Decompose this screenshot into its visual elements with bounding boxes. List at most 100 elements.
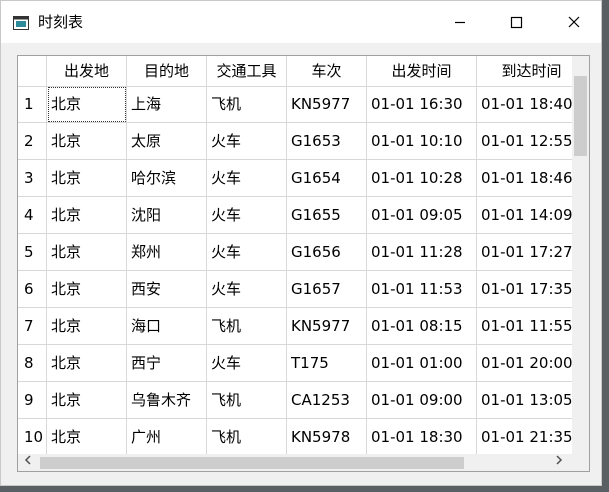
table-row[interactable]: 9 北京 乌鲁木齐 飞机 CA1253 01-01 09:00 01-01 13:05 (18, 382, 589, 419)
window-app-icon (13, 15, 29, 30)
transport-cell[interactable]: 火车 (207, 234, 287, 271)
arrival-time-cell[interactable]: 01-01 18:46 (477, 160, 587, 197)
header-origin[interactable]: 出发地 (47, 56, 127, 86)
destination-cell[interactable]: 西宁 (127, 345, 207, 382)
departure-time-cell[interactable]: 01-01 10:10 (367, 123, 477, 160)
header-arrival-time[interactable]: 到达时间 (477, 56, 587, 86)
origin-cell[interactable]: 北京 (47, 419, 127, 456)
departure-time-cell[interactable]: 01-01 09:00 (367, 382, 477, 419)
table-row[interactable]: 4 北京 沈阳 火车 G1655 01-01 09:05 01-01 14:09 (18, 197, 589, 234)
transport-cell[interactable]: 火车 (207, 123, 287, 160)
header-destination[interactable]: 目的地 (127, 56, 207, 86)
transport-cell[interactable]: 飞机 (207, 382, 287, 419)
header-departure-time[interactable]: 出发时间 (367, 56, 477, 86)
transport-cell[interactable]: 飞机 (207, 86, 287, 123)
departure-time-cell[interactable]: 01-01 11:53 (367, 271, 477, 308)
destination-cell[interactable]: 乌鲁木齐 (127, 382, 207, 419)
origin-cell[interactable]: 北京 (47, 345, 127, 382)
minimize-button[interactable] (437, 1, 483, 43)
table-row[interactable]: 8 北京 西宁 火车 T175 01-01 01:00 01-01 20:00 (18, 345, 589, 382)
destination-cell[interactable]: 太原 (127, 123, 207, 160)
origin-cell[interactable]: 北京 (47, 86, 127, 123)
destination-cell[interactable]: 上海 (127, 86, 207, 123)
chevron-left-icon[interactable] (24, 454, 32, 471)
arrival-time-cell[interactable]: 01-01 18:40 (477, 86, 587, 123)
transport-cell[interactable]: 飞机 (207, 308, 287, 345)
arrival-time-cell[interactable]: 01-01 13:05 (477, 382, 587, 419)
row-number[interactable]: 4 (18, 197, 47, 234)
row-number[interactable]: 7 (18, 308, 47, 345)
chevron-right-icon[interactable] (555, 454, 563, 471)
table-row[interactable]: 1 北京 上海 飞机 KN5977 01-01 16:30 01-01 18:40 (18, 86, 589, 123)
train-number-cell[interactable]: G1655 (287, 197, 367, 234)
destination-cell[interactable]: 沈阳 (127, 197, 207, 234)
transport-cell[interactable]: 火车 (207, 197, 287, 234)
row-number[interactable]: 6 (18, 271, 47, 308)
table-row[interactable]: 6 北京 西安 火车 G1657 01-01 11:53 01-01 17:35 (18, 271, 589, 308)
vertical-scrollbar[interactable] (572, 56, 589, 456)
departure-time-cell[interactable]: 01-01 10:28 (367, 160, 477, 197)
origin-cell[interactable]: 北京 (47, 308, 127, 345)
train-number-cell[interactable]: G1653 (287, 123, 367, 160)
arrival-time-cell[interactable]: 01-01 21:35 (477, 419, 587, 456)
origin-cell[interactable]: 北京 (47, 197, 127, 234)
train-number-cell[interactable]: KN5977 (287, 308, 367, 345)
vertical-scroll-thumb[interactable] (574, 76, 587, 156)
header-transport[interactable]: 交通工具 (207, 56, 287, 86)
departure-time-cell[interactable]: 01-01 18:30 (367, 419, 477, 456)
row-number[interactable]: 2 (18, 123, 47, 160)
departure-time-cell[interactable]: 01-01 09:05 (367, 197, 477, 234)
train-number-cell[interactable]: T175 (287, 345, 367, 382)
title-bar[interactable]: 时刻表 (1, 1, 601, 43)
departure-time-cell[interactable]: 01-01 16:30 (367, 86, 477, 123)
train-number-cell[interactable]: CA1253 (287, 382, 367, 419)
row-number[interactable]: 9 (18, 382, 47, 419)
departure-time-cell[interactable]: 01-01 01:00 (367, 345, 477, 382)
origin-cell[interactable]: 北京 (47, 382, 127, 419)
destination-cell[interactable]: 哈尔滨 (127, 160, 207, 197)
table-row[interactable]: 5 北京 郑州 火车 G1656 01-01 11:28 01-01 17:27 (18, 234, 589, 271)
train-number-cell[interactable]: G1654 (287, 160, 367, 197)
train-number-cell[interactable]: G1656 (287, 234, 367, 271)
close-button[interactable] (551, 1, 597, 43)
arrival-time-cell[interactable]: 01-01 14:09 (477, 197, 587, 234)
arrival-time-cell[interactable]: 01-01 20:00 (477, 345, 587, 382)
row-number[interactable]: 3 (18, 160, 47, 197)
timetable-table[interactable]: 出发地 目的地 交通工具 车次 出发时间 到达时间 1 北京 上海 飞机 KN5977 0… (17, 55, 590, 472)
origin-cell[interactable]: 北京 (47, 160, 127, 197)
table-row[interactable]: 2 北京 太原 火车 G1653 01-01 10:10 01-01 12:55 (18, 123, 589, 160)
origin-cell[interactable]: 北京 (47, 123, 127, 160)
destination-cell[interactable]: 海口 (127, 308, 207, 345)
transport-cell[interactable]: 飞机 (207, 419, 287, 456)
train-number-cell[interactable]: KN5977 (287, 86, 367, 123)
arrival-time-cell[interactable]: 01-01 17:35 (477, 271, 587, 308)
destination-cell[interactable]: 西安 (127, 271, 207, 308)
departure-time-cell[interactable]: 01-01 08:15 (367, 308, 477, 345)
destination-cell[interactable]: 广州 (127, 419, 207, 456)
transport-cell[interactable]: 火车 (207, 345, 287, 382)
destination-cell[interactable]: 郑州 (127, 234, 207, 271)
arrival-time-cell[interactable]: 01-01 17:27 (477, 234, 587, 271)
table-row[interactable]: 10 北京 广州 飞机 KN5978 01-01 18:30 01-01 21:35 (18, 419, 589, 456)
horizontal-scroll-thumb[interactable] (40, 457, 464, 469)
row-number[interactable]: 8 (18, 345, 47, 382)
arrival-time-cell[interactable]: 01-01 11:55 (477, 308, 587, 345)
train-number-cell[interactable]: KN5978 (287, 419, 367, 456)
table-row[interactable]: 7 北京 海口 飞机 KN5977 01-01 08:15 01-01 11:55 (18, 308, 589, 345)
row-number[interactable]: 10 (18, 419, 47, 456)
horizontal-scrollbar[interactable] (18, 454, 572, 471)
origin-cell[interactable]: 北京 (47, 271, 127, 308)
maximize-button[interactable] (493, 1, 539, 43)
timetable-window: 时刻表 出发地 目的地 交通工具 车次 出发时间 到达时间 1 北京 上海 飞机… (0, 0, 602, 486)
transport-cell[interactable]: 火车 (207, 271, 287, 308)
arrival-time-cell[interactable]: 01-01 12:55 (477, 123, 587, 160)
row-number[interactable]: 5 (18, 234, 47, 271)
departure-time-cell[interactable]: 01-01 11:28 (367, 234, 477, 271)
train-number-cell[interactable]: G1657 (287, 271, 367, 308)
header-train-number[interactable]: 车次 (287, 56, 367, 86)
corner-header[interactable] (18, 56, 47, 86)
row-number[interactable]: 1 (18, 86, 47, 123)
transport-cell[interactable]: 火车 (207, 160, 287, 197)
origin-cell[interactable]: 北京 (47, 234, 127, 271)
table-row[interactable]: 3 北京 哈尔滨 火车 G1654 01-01 10:28 01-01 18:46 (18, 160, 589, 197)
